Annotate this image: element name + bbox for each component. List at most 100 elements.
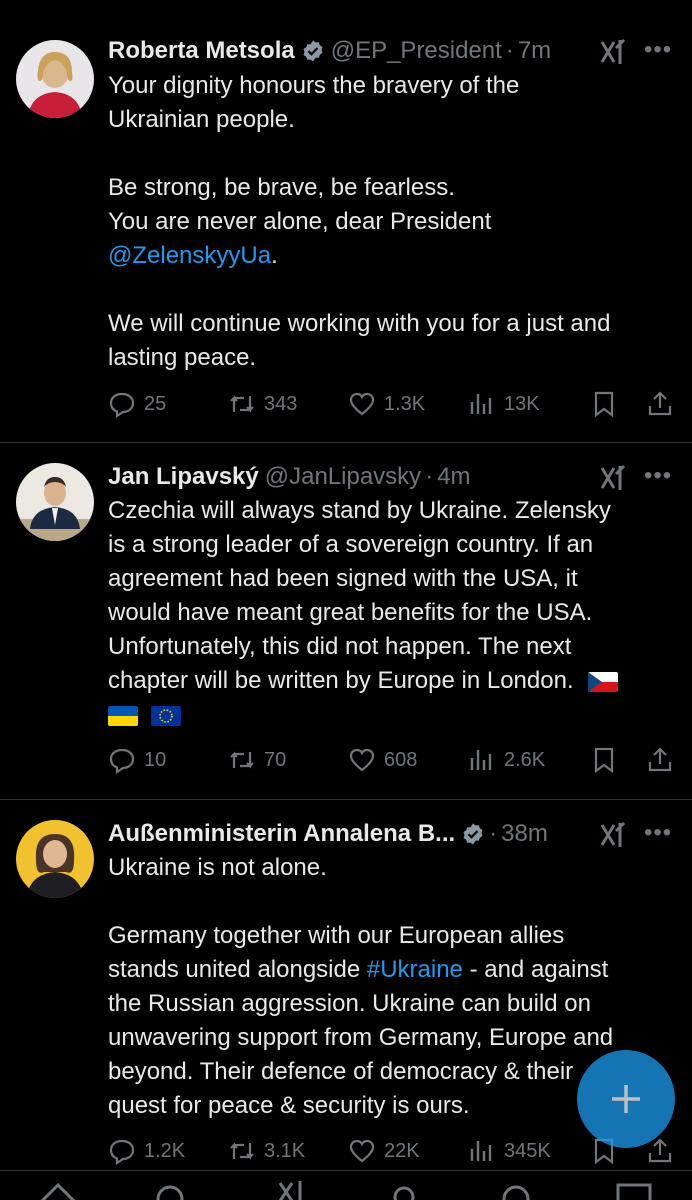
tweet-line: agreement had been signed with the USA, … bbox=[108, 565, 578, 592]
views-count: 13K bbox=[504, 392, 540, 415]
views-button[interactable]: 2.6K bbox=[468, 746, 545, 774]
share-icon bbox=[648, 747, 672, 772]
tweet-time[interactable]: 7m bbox=[518, 37, 551, 65]
like-button[interactable]: 1.3K bbox=[348, 390, 425, 418]
grok-nav-icon[interactable] bbox=[272, 1179, 312, 1200]
author-handle[interactable]: @JanLipavsky bbox=[265, 463, 421, 491]
avatar[interactable] bbox=[16, 40, 94, 118]
tweet-line: Be strong, be brave, be fearless. bbox=[108, 174, 455, 201]
reply-button[interactable]: 25 bbox=[108, 390, 166, 418]
timeline-feed[interactable]: Roberta Metsola @EP_President · 7m ••• Y… bbox=[0, 0, 692, 1170]
tweet-line: would have meant great benefits for the … bbox=[108, 599, 593, 626]
tweet-line-text: - and against bbox=[462, 956, 609, 983]
like-button[interactable]: 22K bbox=[348, 1137, 420, 1165]
tweet-line: @ZelenskyyUa. bbox=[108, 239, 672, 273]
tweet-line-text: stands united alongside bbox=[108, 956, 367, 983]
like-count: 22K bbox=[384, 1139, 420, 1162]
tweet-actions: 1.2K 3.1K 22K 345K bbox=[108, 1134, 672, 1168]
separator-dot: · bbox=[489, 820, 498, 847]
tweet-line: Ukraine is not alone. bbox=[108, 854, 327, 881]
views-icon bbox=[470, 394, 492, 414]
tweet-card[interactable]: Roberta Metsola @EP_President · 7m ••• Y… bbox=[0, 0, 692, 443]
author-name[interactable]: Roberta Metsola bbox=[108, 37, 295, 65]
tweet-line bbox=[108, 698, 672, 732]
avatar[interactable] bbox=[16, 463, 94, 541]
avatar-image bbox=[16, 40, 94, 118]
tweet-line: unwavering support from Germany, Europe … bbox=[108, 1024, 614, 1051]
messages-icon[interactable] bbox=[614, 1179, 654, 1200]
tweet-line: stands united alongside #Ukraine - and a… bbox=[108, 953, 672, 987]
tweet-line: Ukrainian people. bbox=[108, 106, 295, 133]
reply-count: 25 bbox=[144, 392, 167, 415]
communities-icon[interactable] bbox=[384, 1179, 424, 1200]
hashtag-link[interactable]: #Ukraine bbox=[367, 956, 463, 983]
bookmark-button[interactable] bbox=[590, 746, 626, 774]
grok-icon[interactable] bbox=[598, 819, 630, 851]
tweet-line-text: chapter will be written by Europe in Lon… bbox=[108, 667, 574, 694]
search-icon[interactable] bbox=[150, 1179, 190, 1200]
views-button[interactable]: 13K bbox=[468, 390, 540, 418]
like-icon bbox=[349, 392, 375, 416]
czech-flag-icon bbox=[588, 671, 619, 692]
bookmark-icon bbox=[594, 747, 614, 774]
verified-icon bbox=[463, 823, 483, 845]
like-button[interactable]: 608 bbox=[348, 746, 417, 774]
author-name[interactable]: Jan Lipavský bbox=[108, 463, 259, 491]
bookmark-button[interactable] bbox=[590, 390, 626, 418]
repost-button[interactable]: 343 bbox=[228, 390, 297, 418]
repost-button[interactable]: 3.1K bbox=[228, 1137, 305, 1165]
tweet-time[interactable]: 38m bbox=[501, 820, 548, 848]
avatar[interactable] bbox=[16, 820, 94, 898]
like-count: 608 bbox=[384, 748, 418, 771]
mention-link[interactable]: @ZelenskyyUa bbox=[108, 242, 271, 269]
tweet-line: Germany together with our European allie… bbox=[108, 922, 565, 949]
share-button[interactable] bbox=[646, 390, 682, 418]
tweet-text: Czechia will always stand by Ukraine. Ze… bbox=[108, 494, 672, 732]
tweet-actions: 10 70 608 2.6K bbox=[108, 743, 672, 777]
tweet-line: lasting peace. bbox=[108, 344, 257, 371]
avatar-image bbox=[16, 820, 94, 898]
repost-icon bbox=[230, 395, 254, 413]
home-icon[interactable] bbox=[38, 1179, 78, 1200]
repost-icon bbox=[230, 1142, 254, 1160]
tweet-line: We will continue working with you for a … bbox=[108, 310, 611, 337]
separator-dot: · bbox=[505, 37, 514, 64]
tweet-text: Your dignity honours the bravery of the … bbox=[108, 69, 672, 375]
compose-button[interactable] bbox=[577, 1050, 675, 1148]
repost-button[interactable]: 70 bbox=[228, 746, 286, 774]
reply-button[interactable]: 10 bbox=[108, 746, 166, 774]
tweet-line: the Russian aggression. Ukraine can buil… bbox=[108, 990, 591, 1017]
tweet-line: Unfortunately, this did not happen. The … bbox=[108, 633, 572, 660]
eu-flag-icon bbox=[150, 705, 181, 726]
share-button[interactable] bbox=[646, 746, 682, 774]
more-icon[interactable]: ••• bbox=[644, 821, 672, 853]
like-count: 1.3K bbox=[384, 392, 426, 415]
views-button[interactable]: 345K bbox=[468, 1137, 551, 1165]
tweet-actions: 25 343 1.3K 13K bbox=[108, 387, 672, 421]
compose-icon bbox=[612, 1085, 640, 1113]
more-icon[interactable]: ••• bbox=[644, 464, 672, 496]
repost-icon bbox=[230, 751, 254, 769]
tweet-time[interactable]: 4m bbox=[437, 463, 470, 491]
tweet-card[interactable]: Jan Lipavský @JanLipavsky · 4m ••• Czech… bbox=[0, 443, 692, 800]
author-handle[interactable]: @EP_President bbox=[331, 37, 502, 65]
avatar-image bbox=[16, 463, 94, 541]
tweet-line: Czechia will always stand by Ukraine. Ze… bbox=[108, 497, 611, 524]
author-name[interactable]: Außenministerin Annalena B... bbox=[108, 820, 455, 848]
share-button[interactable] bbox=[646, 1137, 682, 1165]
like-icon bbox=[349, 1139, 375, 1163]
more-icon[interactable]: ••• bbox=[644, 38, 672, 70]
views-count: 2.6K bbox=[504, 748, 546, 771]
views-icon bbox=[470, 1141, 492, 1161]
reply-icon bbox=[109, 392, 135, 418]
views-icon bbox=[470, 750, 492, 770]
verified-icon bbox=[303, 40, 323, 62]
reply-count: 10 bbox=[144, 748, 167, 771]
grok-icon[interactable] bbox=[598, 36, 630, 68]
tweet-line: is a strong leader of a sovereign countr… bbox=[108, 531, 594, 558]
grok-icon[interactable] bbox=[598, 462, 630, 494]
reply-button[interactable]: 1.2K bbox=[108, 1137, 185, 1165]
like-icon bbox=[349, 748, 375, 772]
repost-count: 3.1K bbox=[264, 1139, 306, 1162]
notifications-icon[interactable] bbox=[496, 1179, 536, 1200]
